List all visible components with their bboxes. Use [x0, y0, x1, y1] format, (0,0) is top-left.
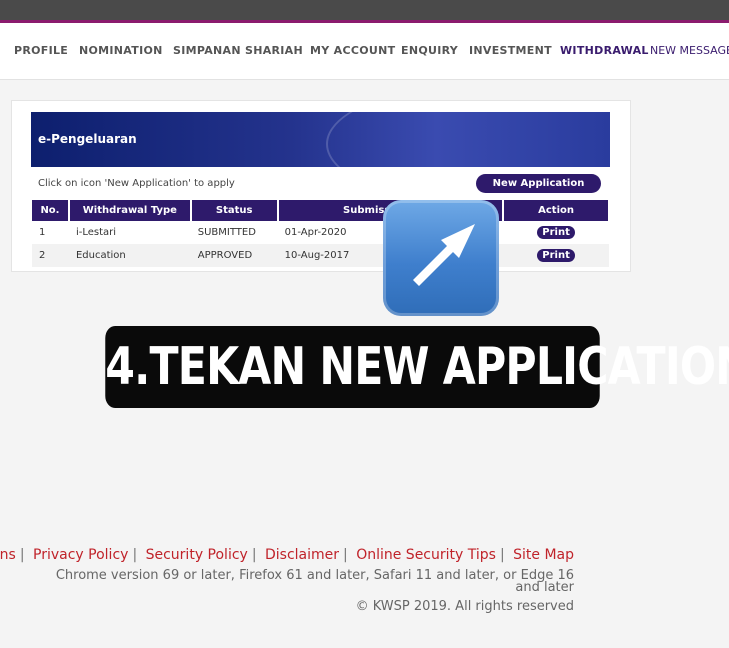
main-navigation: PROFILE NOMINATION SIMPANAN SHARIAH MY A… [0, 23, 729, 80]
up-right-arrow-icon [383, 200, 499, 316]
table-header-row: No. Withdrawal Type Status Submission Da… [32, 200, 610, 221]
left-sidebar-edge [0, 110, 8, 510]
footer-link-disclaimer[interactable]: Disclaimer [265, 547, 339, 563]
nav-enquiry[interactable]: ENQUIRY [401, 44, 458, 57]
header-no: No. [32, 200, 70, 221]
footer-link-sitemap[interactable]: Site Map [513, 547, 574, 563]
cell-no: 1 [39, 227, 46, 238]
instruction-caption: 4.TEKAN NEW APPLICATION [105, 326, 729, 408]
nav-simpanan-shariah[interactable]: SIMPANAN SHARIAH [173, 44, 303, 57]
nav-nomination[interactable]: NOMINATION [79, 44, 163, 57]
cell-status: APPROVED [190, 244, 278, 267]
new-application-button[interactable]: New Application [476, 174, 601, 193]
applications-table: No. Withdrawal Type Status Submission Da… [32, 200, 610, 267]
browser-compatibility-cont: and later [515, 580, 574, 595]
footer-link-online-security[interactable]: Online Security Tips [356, 547, 496, 563]
apply-hint: Click on icon 'New Application' to apply [38, 178, 235, 189]
header-withdrawal-type: Withdrawal Type [68, 200, 192, 221]
nav-investment[interactable]: INVESTMENT [469, 44, 552, 57]
table-row: 2 Education APPROVED 10-Aug-2017 Print [32, 244, 609, 267]
arrow-glyph-icon [413, 224, 475, 286]
browser-compatibility: Chrome version 69 or later, Firefox 61 a… [55, 568, 574, 583]
table-row: 1 i-Lestari SUBMITTED 01-Apr-2020 Print [32, 221, 609, 244]
header-status: Status [190, 200, 279, 221]
footer-link-security[interactable]: Security Policy [146, 547, 248, 563]
top-bar [0, 0, 729, 20]
nav-my-account[interactable]: MY ACCOUNT [310, 44, 395, 57]
print-button[interactable]: Print [537, 249, 576, 262]
footer-links: ons| Privacy Policy| Security Policy| Di… [0, 547, 574, 563]
nav-new-message[interactable]: NEW MESSAGE [650, 44, 729, 57]
e-pengeluaran-banner: e-Pengeluaran [31, 112, 610, 167]
nav-withdrawal[interactable]: WITHDRAWAL [560, 44, 649, 57]
banner-title: e-Pengeluaran [38, 132, 137, 146]
cell-type: i-Lestari [75, 227, 117, 238]
nav-profile[interactable]: PROFILE [14, 44, 68, 57]
cell-action: Print [503, 221, 609, 244]
cell-action: Print [503, 244, 609, 267]
print-button[interactable]: Print [537, 226, 576, 239]
cell-status: SUBMITTED [197, 227, 256, 238]
footer-link-privacy[interactable]: Privacy Policy [33, 547, 128, 563]
footer-link-terms[interactable]: ons [0, 547, 16, 563]
header-action: Action [503, 200, 610, 221]
cell-no: 2 [32, 244, 69, 267]
copyright: © KWSP 2019. All rights reserved [355, 599, 574, 614]
cell-type: Education [68, 244, 191, 267]
